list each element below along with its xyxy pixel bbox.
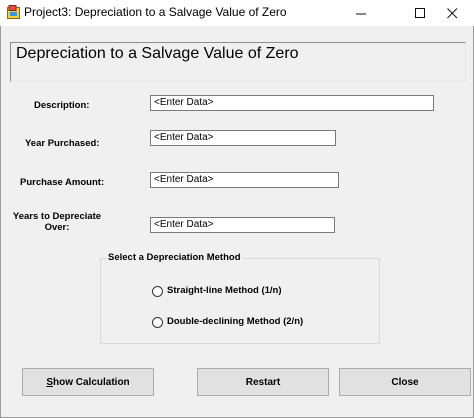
depreciation-method-group (100, 258, 380, 344)
straight-line-radio[interactable] (152, 286, 163, 297)
double-declining-label[interactable]: Double-declining Method (2/n) (167, 316, 303, 327)
years-to-depreciate-input[interactable] (150, 217, 335, 233)
purchase-amount-input[interactable] (150, 172, 339, 188)
minimize-icon (355, 13, 366, 14)
purchase-amount-label: Purchase Amount: (20, 177, 105, 188)
maximize-icon (414, 7, 425, 18)
depreciation-method-legend: Select a Depreciation Method (106, 252, 243, 263)
restart-button[interactable]: Restart (197, 368, 329, 396)
description-label: Description: (34, 100, 90, 111)
close-window-button[interactable] (430, 0, 474, 26)
show-calculation-button[interactable]: Show Calculation (22, 368, 154, 396)
straight-line-label[interactable]: Straight-line Method (1/n) (167, 285, 282, 296)
show-calculation-label: how Calculation (53, 376, 130, 388)
close-button[interactable]: Close (339, 368, 471, 396)
years-label-line2: Over: (44, 222, 70, 233)
years-label-line1: Years to Depreciate (12, 211, 102, 222)
close-icon (446, 7, 457, 18)
double-declining-radio[interactable] (152, 317, 163, 328)
year-purchased-label: Year Purchased: (25, 138, 100, 149)
description-input[interactable] (150, 95, 434, 111)
minimize-button[interactable] (339, 0, 383, 26)
title-bar: Project3: Depreciation to a Salvage Valu… (0, 0, 474, 27)
page-title: Depreciation to a Salvage Value of Zero (16, 45, 299, 62)
app-icon (7, 5, 20, 19)
show-calculation-mnemonic: S (46, 376, 53, 388)
year-purchased-input[interactable] (150, 130, 336, 146)
years-to-depreciate-label: Years to Depreciate Over: (10, 211, 104, 233)
window-title: Project3: Depreciation to a Salvage Valu… (24, 5, 287, 19)
